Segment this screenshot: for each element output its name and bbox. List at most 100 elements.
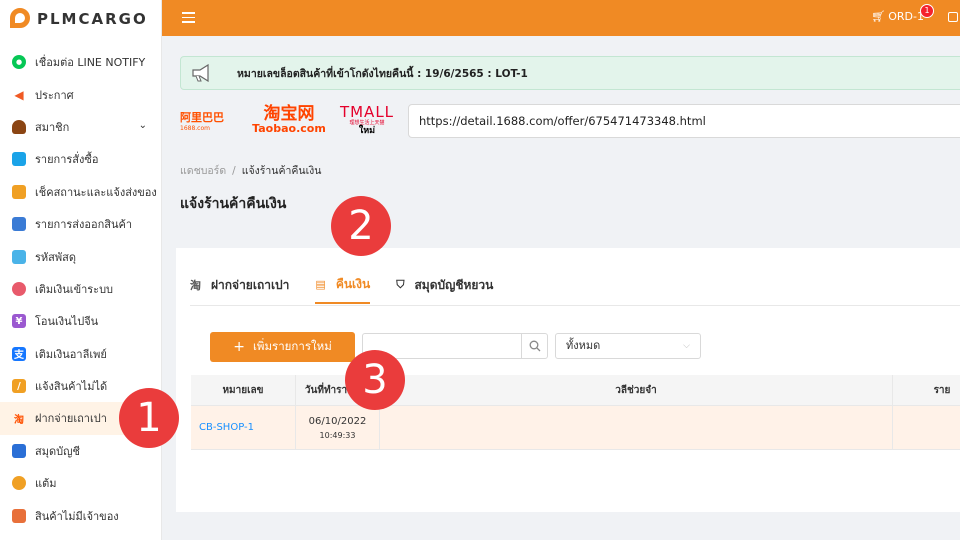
alibaba-logo-sub: 1688.com: [180, 124, 210, 132]
row-number-link[interactable]: CB-SHOP-1: [191, 406, 296, 449]
taobao-icon: 淘: [14, 414, 24, 426]
taobao-logo[interactable]: 淘宝网 Taobao.com: [252, 105, 326, 135]
tab-refund[interactable]: ▤ คืนเงิน: [315, 266, 371, 304]
topbar: 🛒︎ ORD-1 1: [162, 0, 960, 36]
points-icon: [12, 476, 26, 491]
row-memo: [380, 406, 893, 449]
cart-label: ORD-1: [888, 10, 924, 23]
sidebar: PLMCARGO ● เชื่อมต่อ LINE NOTIFY ◀ ประกา…: [0, 0, 162, 540]
row-date-cell: 06/10/2022 10:49:33: [296, 406, 380, 449]
content-card: 淘 ฝากจ่ายเถาเปา ▤ คืนเงิน ⛉ สมุดบัญชีหยว…: [176, 248, 960, 512]
sidebar-item-alipay[interactable]: 支 เติมเงินอาลีเพย์: [0, 338, 161, 370]
logo[interactable]: PLMCARGO: [0, 0, 161, 38]
sidebar-item-export[interactable]: รายการส่งออกสินค้า: [0, 208, 161, 240]
sidebar-item-label: โอนเงินไปจีน: [35, 315, 99, 329]
tab-label: ฝากจ่ายเถาเปา: [211, 277, 290, 292]
breadcrumb-home[interactable]: แดชบอร์ด: [180, 165, 226, 177]
row-time: 10:49:33: [319, 430, 356, 440]
product-url-input[interactable]: [408, 104, 960, 138]
notice-bar: หมายเลขล็อตสินค้าที่เข้าโกดังไทยคืนนี้ :…: [180, 56, 960, 90]
alipay-icon: 支: [12, 346, 26, 361]
sidebar-item-orders[interactable]: รายการสั่งซื้อ: [0, 143, 161, 175]
sidebar-item-announcement[interactable]: ◀ ประกาศ: [0, 78, 161, 110]
column-header[interactable]: ราย: [893, 375, 960, 405]
sidebar-item-label: แจ้งสินค้าไม่ได้: [35, 380, 108, 394]
export-icon: [12, 217, 26, 232]
sidebar-item-label: แต้ม: [35, 477, 57, 491]
alibaba-logo-text: 阿里巴巴: [180, 110, 224, 124]
filter-value: ทั้งหมด: [566, 339, 601, 352]
row-date: 06/10/2022: [308, 415, 367, 427]
sidebar-item-unclaimed[interactable]: สินค้าไม่มีเจ้าของ: [0, 499, 161, 531]
add-new-item-button[interactable]: + เพิ่มรายการใหม่: [210, 332, 355, 362]
not-received-icon: /: [12, 379, 26, 394]
wallet-icon: [12, 443, 26, 458]
sidebar-item-label: รหัสพัสดุ: [35, 250, 76, 264]
breadcrumb: แดชบอร์ด / แจ้งร้านค้าคืนเงิน: [180, 162, 321, 179]
chevron-down-icon: ⌵: [683, 341, 690, 351]
refund-icon: ▤: [315, 277, 326, 291]
column-header[interactable]: วลีช่วยจำ: [380, 375, 893, 405]
member-icon: [12, 119, 26, 134]
sidebar-item-points[interactable]: แต้ม: [0, 467, 161, 499]
tab-bar: 淘 ฝากจ่ายเถาเปา ▤ คืนเงิน ⛉ สมุดบัญชีหยว…: [190, 266, 960, 306]
megaphone-icon: [181, 64, 223, 82]
step-marker-2: 2: [331, 196, 391, 256]
chevron-down-icon: ⌄: [138, 119, 147, 131]
truck-icon: [12, 184, 26, 199]
cart-badge: 1: [920, 4, 934, 18]
tab-yuan-account-book[interactable]: ⛉ สมุดบัญชีหยวน: [396, 266, 493, 304]
tab-label: สมุดบัญชีหยวน: [414, 277, 494, 292]
tmall-logo[interactable]: TMALL 理想生活上天猫 ใหม่: [338, 104, 396, 136]
sidebar-item-topup[interactable]: เติมเงินเข้าระบบ: [0, 273, 161, 305]
table-header: หมายเลข วันที่ทำรายการ วลีช่วยจำ ราย: [191, 375, 960, 406]
sidebar-item-member[interactable]: สมาชิก ⌄: [0, 111, 161, 143]
breadcrumb-current: แจ้งร้านค้าคืนเงิน: [241, 165, 322, 177]
sidebar-item-parcel[interactable]: รหัสพัสดุ: [0, 240, 161, 272]
sidebar-item-label: ฝากจ่ายเถาเปา: [35, 412, 107, 426]
alibaba-1688-logo[interactable]: 阿里巴巴 1688.com: [180, 109, 238, 132]
tmall-logo-text: TMALL: [339, 103, 395, 121]
logo-icon: [10, 8, 30, 30]
refund-table: หมายเลข วันที่ทำรายการ วลีช่วยจำ ราย CB-…: [191, 375, 960, 450]
row-amount: [893, 406, 960, 449]
sidebar-item-transfer-china[interactable]: ¥ โอนเงินไปจีน: [0, 305, 161, 337]
window-icon[interactable]: [948, 12, 958, 22]
step-marker-3: 3: [345, 350, 405, 410]
table-row[interactable]: CB-SHOP-1 06/10/2022 10:49:33: [191, 406, 960, 450]
sidebar-menu: ● เชื่อมต่อ LINE NOTIFY ◀ ประกาศ สมาชิก …: [0, 46, 161, 532]
taobao-logo-en: Taobao.com: [252, 122, 326, 135]
tab-taobao-pay[interactable]: 淘 ฝากจ่ายเถาเปา: [190, 266, 289, 304]
sidebar-item-label: สินค้าไม่มีเจ้าของ: [35, 509, 119, 523]
sidebar-item-tracking[interactable]: เช็คสถานะและแจ้งส่งของ: [0, 176, 161, 208]
sidebar-item-label: ประกาศ: [35, 88, 74, 102]
sidebar-item-line-notify[interactable]: ● เชื่อมต่อ LINE NOTIFY: [0, 46, 161, 78]
search-button[interactable]: [521, 334, 547, 358]
parcel-icon: [12, 249, 26, 264]
add-button-label: เพิ่มรายการใหม่: [252, 339, 332, 353]
yuan-shield-icon: ⛉: [396, 278, 405, 291]
taobao-icon: 淘: [190, 279, 201, 292]
sidebar-item-label: เชื่อมต่อ LINE NOTIFY: [35, 56, 146, 70]
line-icon: ●: [12, 55, 26, 70]
sidebar-item-label: สมุดบัญชี: [35, 444, 80, 458]
search-icon: [529, 340, 540, 352]
sidebar-item-label: เติมเงินอาลีเพย์: [35, 347, 107, 361]
page-title: แจ้งร้านค้าคืนเงิน: [180, 196, 287, 212]
piggy-bank-icon: [12, 281, 26, 296]
taobao-logo-cn: 淘宝网: [263, 104, 315, 124]
sidebar-item-label: สมาชิก: [35, 120, 70, 134]
status-filter-select[interactable]: ทั้งหมด ⌵: [555, 333, 701, 359]
cart-button[interactable]: 🛒︎ ORD-1 1: [871, 4, 934, 23]
sidebar-item-label: รายการส่งออกสินค้า: [35, 218, 133, 232]
breadcrumb-separator: /: [232, 165, 236, 177]
megaphone-icon: ◀: [14, 87, 24, 102]
plus-icon: +: [233, 339, 245, 355]
step-marker-1: 1: [119, 388, 179, 448]
cart-icon: 🛒︎: [871, 10, 886, 23]
unclaimed-icon: [12, 508, 26, 523]
menu-toggle-icon[interactable]: [182, 12, 195, 23]
shop-logos: 阿里巴巴 1688.com 淘宝网 Taobao.com TMALL 理想生活上…: [180, 102, 396, 138]
column-header[interactable]: หมายเลข: [191, 375, 296, 405]
order-list-icon: [12, 152, 26, 167]
